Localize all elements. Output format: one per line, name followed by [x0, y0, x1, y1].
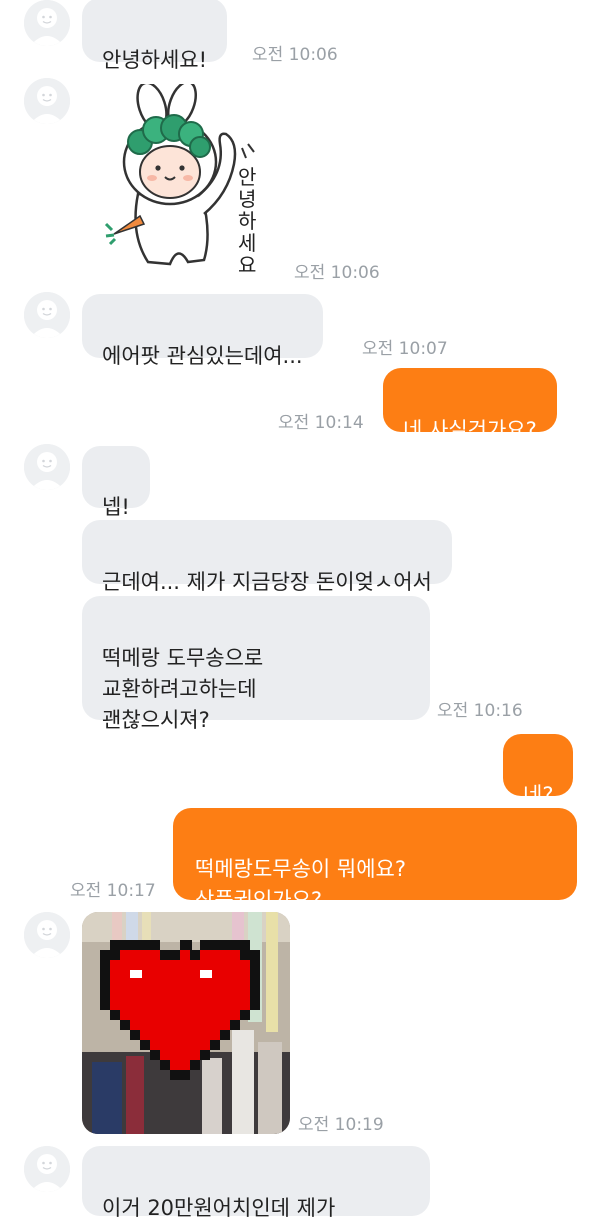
- sender-avatar[interactable]: [24, 444, 70, 490]
- default-profile-icon: [24, 912, 70, 958]
- shared-photo[interactable]: [82, 912, 290, 1134]
- sender-avatar[interactable]: [24, 912, 70, 958]
- message-timestamp: 오전 10:07: [362, 339, 448, 359]
- message-bubble-incoming[interactable]: 에어팟 관심있는데여...: [82, 294, 323, 368]
- message-text: 넵!: [102, 495, 130, 519]
- default-profile-icon: [24, 1146, 70, 1192]
- default-profile-icon: [24, 292, 70, 338]
- default-profile-icon: [24, 444, 70, 490]
- message-text: 에어팟 관심있는데여...: [102, 344, 303, 368]
- default-profile-icon: [24, 0, 70, 46]
- message-bubble-outgoing[interactable]: 네 사실건가요?: [383, 368, 557, 442]
- message-timestamp: 오전 10:16: [437, 701, 523, 721]
- message-bubble-outgoing[interactable]: 떡메랑도무송이 뭐에요? 상품권인가요?: [173, 808, 577, 912]
- sender-avatar[interactable]: [24, 1146, 70, 1192]
- message-timestamp: 오전 10:06: [252, 45, 338, 65]
- message-timestamp: 오전 10:14: [278, 413, 364, 433]
- message-bubble-incoming[interactable]: 넵!: [82, 446, 150, 519]
- message-text: 네?: [523, 783, 554, 807]
- message-bubble-incoming[interactable]: 떡메랑 도무송으로 교환하려고하는데 괜찮으시져?: [82, 596, 430, 732]
- sender-avatar[interactable]: [24, 78, 70, 124]
- sender-avatar[interactable]: [24, 292, 70, 338]
- message-bubble-incoming[interactable]: 근데여... 제가 지금당장 돈이엊ㅅ어서: [82, 520, 452, 594]
- message-timestamp: 오전 10:19: [298, 1115, 384, 1135]
- bunny-greeting-sticker[interactable]: 안 녕 하 세 요: [100, 80, 270, 277]
- message-text: 안녕하세요!: [102, 48, 208, 72]
- message-timestamp: 오전 10:17: [70, 881, 156, 901]
- message-text: 떡메랑도무송이 뭐에요? 상품권인가요?: [195, 857, 407, 912]
- message-text: 근데여... 제가 지금당장 돈이엊ㅅ어서: [102, 570, 432, 594]
- sender-avatar[interactable]: [24, 0, 70, 46]
- message-bubble-outgoing[interactable]: 네?: [503, 734, 574, 807]
- message-bubble-incoming[interactable]: 이거 20만원어치인데 제가: [82, 1146, 430, 1220]
- default-profile-icon: [24, 78, 70, 124]
- message-bubble-incoming[interactable]: 안녕하세요!: [82, 0, 228, 72]
- message-text: 네 사실건가요?: [403, 418, 537, 442]
- message-timestamp: 오전 10:06: [294, 263, 380, 283]
- message-text: 떡메랑 도무송으로 교환하려고하는데 괜찮으시져?: [102, 646, 264, 732]
- sticker-text: 안 녕 하 세 요: [238, 165, 263, 274]
